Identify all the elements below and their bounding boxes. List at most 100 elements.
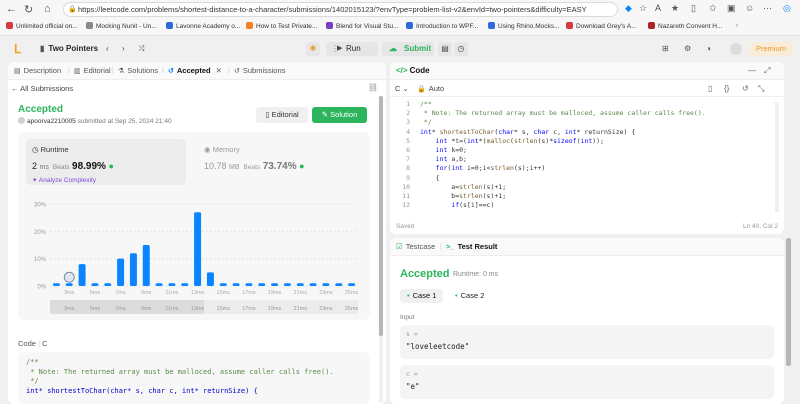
auto-mode[interactable]: 🔒 Auto [417,84,444,93]
bookmark-item[interactable]: Introduction to WPF... [406,22,478,30]
memory-card[interactable]: ◉ Memory 10.78 MB Beats 73.74% ● [204,139,344,185]
runtime-bar[interactable] [104,283,112,286]
right-scrollbar[interactable] [786,238,791,366]
collections-icon[interactable]: ▣ [727,3,736,14]
runtime-bar[interactable] [232,283,240,286]
runtime-bar[interactable] [348,283,356,286]
read-aloud-icon[interactable]: A [655,3,661,13]
problem-list-title[interactable]: ▮ Two Pointers [40,44,98,53]
editorial-button[interactable]: ▯ Editorial [256,107,308,123]
expand-icon[interactable]: ⤢ [764,66,770,76]
runtime-bar[interactable] [91,283,99,286]
user-avatar [18,117,25,124]
username[interactable]: apoorva2210005 [27,118,76,125]
solution-button[interactable]: ✎ Solution [312,107,367,123]
runtime-bar[interactable] [155,283,163,286]
code-editor[interactable]: 1 /** 2 * Note: The returned array must be… [390,100,784,214]
left-scrollbar[interactable] [379,96,383,402]
bookmark-item[interactable]: Mocking Nunit - Un... [86,22,157,30]
favorites-bar-icon[interactable]: ✩ [709,3,717,14]
runtime-distribution-chart[interactable]: 30% 20% 10% 0% 3ms 5ms 7ms 9ms 11ms 13ms 15ms 17ms 1… [18,190,370,320]
bookmarks-overflow-icon[interactable]: › [736,22,738,29]
home-icon[interactable]: ⌂ [44,3,51,15]
debug-icon[interactable]: ✱ [306,42,320,56]
runtime-bar[interactable] [117,258,125,286]
tab-accepted[interactable]: ↺ Accepted ✕ [168,66,222,75]
tab-solutions[interactable]: ⚗ Solutions [118,66,158,75]
bookmark-item[interactable]: Download Grey's A... [566,22,637,30]
link-icon[interactable]: ⛓ [368,83,378,92]
favorites-icon[interactable]: ★ [671,3,679,14]
submit-button[interactable]: ☁ Submit [382,42,434,56]
url-bar[interactable]: 🔒 https://leetcode.com/problems/shortest… [63,2,618,17]
profile-icon[interactable]: ☺ [745,3,754,13]
timer-icon[interactable]: ◷ [454,42,468,56]
premium-button[interactable]: Premium [750,42,792,56]
layout-icon[interactable]: ⊞ [662,44,669,53]
bookmark-item[interactable]: Blend for Visual Stu... [326,22,398,30]
runtime-bar[interactable] [322,283,330,286]
bookmark-icon[interactable]: ▯ [708,84,712,93]
prev-problem-icon[interactable]: ‹ [106,44,109,53]
tab-description[interactable]: ▤ Description [14,66,61,75]
code-tab[interactable]: </> Code [396,66,430,75]
close-tab-icon[interactable]: ✕ [216,66,222,75]
runtime-bar[interactable] [142,245,150,286]
extension-icon[interactable]: ◆ [625,3,632,14]
cloud-upload-icon: ☁ [389,44,397,53]
all-submissions-link[interactable]: ← All Submissions [11,84,73,93]
copilot-icon[interactable]: ◎ [783,3,791,14]
bookmark-item[interactable]: Unlimited official on... [6,22,78,30]
fullscreen-icon[interactable]: ⤡ [758,84,764,94]
braces-icon[interactable]: {} [724,84,729,93]
scrollbar-thumb[interactable] [379,96,383,336]
tab-submissions[interactable]: ↺ Submissions [234,66,285,75]
runtime-bar[interactable] [129,253,137,286]
settings-gear-icon[interactable]: ⚙ [684,44,691,53]
your-submission-marker-icon[interactable] [63,271,75,283]
editor-scrollbar[interactable] [775,102,779,212]
back-arrow-icon[interactable]: ← [6,3,17,15]
runtime-bar[interactable] [206,272,214,286]
runtime-bar[interactable] [271,283,279,286]
bookmark-star-icon[interactable]: ☆ [639,3,647,14]
next-problem-icon[interactable]: › [122,44,125,53]
analyze-complexity-link[interactable]: ✦ Analyze Complexity [32,176,96,184]
runtime-card[interactable]: ◷ Runtime 2 ms Beats 98.99% ● ✦ Analyze C… [26,139,186,185]
bookmark-item[interactable]: Using Rhino.Mocks... [488,22,559,30]
runtime-bar[interactable] [296,283,304,286]
tab-testcase[interactable]: ☑ Testcase [396,242,435,251]
runtime-bar[interactable] [78,264,86,286]
runtime-bar[interactable] [245,283,253,286]
runtime-bar[interactable] [219,283,227,286]
tab-test-result[interactable]: >_ Test Result [446,242,497,251]
tab-editorial[interactable]: ▥ Editorial [74,66,111,75]
split-screen-icon[interactable]: ▯ [691,3,696,14]
notes-icon[interactable]: ▤ [438,42,452,56]
runtime-bar[interactable] [258,283,266,286]
bookmark-item[interactable]: How to Test Private... [246,22,317,30]
language-select[interactable]: C ⌄ [395,84,409,93]
runtime-bar[interactable] [168,283,176,286]
more-icon[interactable]: ⋯ [763,3,772,14]
minimize-icon[interactable]: — [748,66,756,75]
shuffle-icon[interactable]: ⤨ [138,44,144,54]
case-2-button[interactable]: • Case 2 [448,289,491,303]
refresh-icon[interactable]: ↻ [24,3,33,16]
streak-icon[interactable]: ◑ [706,44,711,53]
runtime-bar[interactable] [283,283,291,286]
runtime-bar[interactable] [309,283,317,286]
runtime-bar[interactable] [52,283,60,286]
avatar[interactable] [730,43,742,55]
runtime-bar[interactable] [181,283,189,286]
case-1-button[interactable]: • Case 1 [400,289,444,303]
runtime-bar[interactable] [335,283,343,286]
submitted-code-preview[interactable]: /** * Note: The returned array must be m… [18,352,370,404]
runtime-bar[interactable] [194,212,202,286]
runtime-bar[interactable] [65,283,73,286]
bookmark-item[interactable]: Lavonne Academy o... [166,22,240,30]
bookmark-item[interactable]: Nazareth Convent H... [648,22,722,30]
leetcode-logo-icon[interactable]: ᒪ [14,42,26,56]
reset-icon[interactable]: ↺ [742,84,749,93]
run-button[interactable]: ⋮ ▶ Run [326,42,378,56]
